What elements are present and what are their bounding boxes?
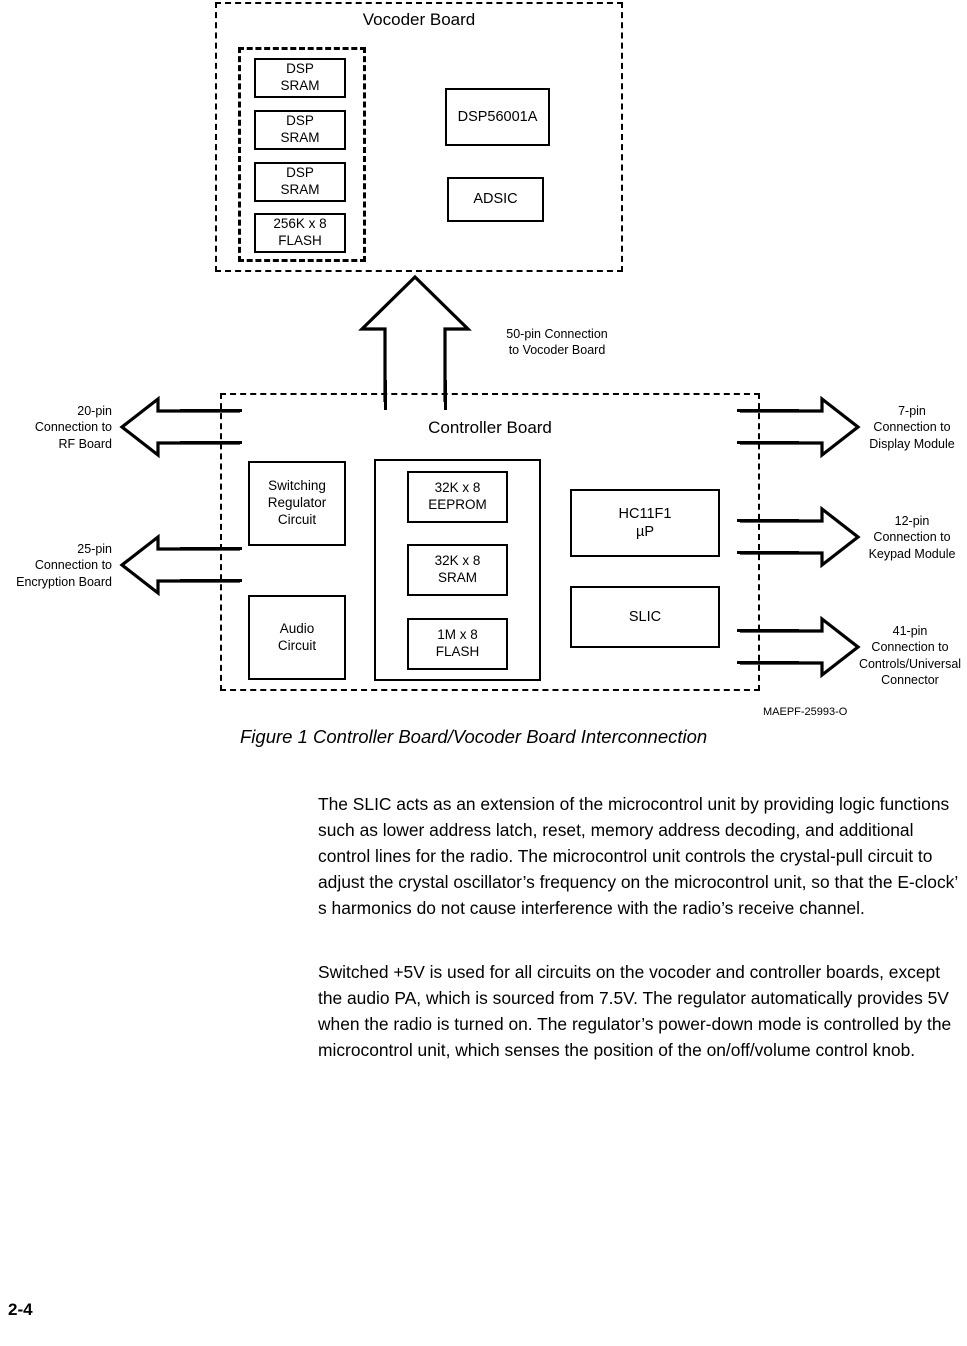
wire-50pin-left-leg xyxy=(384,380,387,410)
controller-audio-circuit: Audio Circuit xyxy=(248,595,346,680)
controller-hc11f1-label: HC11F1 µP xyxy=(618,505,672,540)
wire-7pin-top xyxy=(737,409,799,412)
vocoder-adsic: ADSIC xyxy=(447,177,544,222)
vocoder-dsp-sram-1: DSP SRAM xyxy=(254,58,346,98)
controller-eeprom-32k: 32K x 8 EEPROM xyxy=(407,471,508,523)
connector-41pin-label: 41-pin Connection to Controls/Universal … xyxy=(858,624,962,687)
controller-audio-circuit-label: Audio Circuit xyxy=(277,620,317,653)
wire-12pin-top xyxy=(737,519,799,522)
body-paragraph-2: Switched +5V is used for all circuits on… xyxy=(318,962,952,1061)
connector-7pin-label: 7-pin Connection to Display Module xyxy=(869,404,955,451)
figure-art-code: MAEPF-25993-O xyxy=(763,706,848,718)
page-number: 2-4 xyxy=(8,1300,33,1319)
vocoder-dsp-sram-3-label: DSP SRAM xyxy=(280,165,320,197)
connector-arrow-20pin xyxy=(119,395,240,459)
wire-20pin-bottom xyxy=(180,441,242,444)
controller-slic-label: SLIC xyxy=(628,608,662,625)
connector-12pin-label: 12-pin Connection to Keypad Module xyxy=(868,514,956,561)
controller-hc11f1-up: HC11F1 µP xyxy=(570,489,720,557)
vocoder-dsp-sram-3: DSP SRAM xyxy=(254,162,346,202)
vocoder-dsp-sram-2-label: DSP SRAM xyxy=(280,113,320,145)
vocoder-dsp56001a-label: DSP56001A xyxy=(457,108,538,125)
controller-switching-regulator-label: Switching Regulator Circuit xyxy=(267,478,327,527)
controller-flash-1m-label: 1M x 8 FLASH xyxy=(435,627,480,659)
connector-arrow-12pin xyxy=(740,505,861,569)
connector-arrow-7pin xyxy=(740,395,861,459)
wire-25pin-bottom xyxy=(180,579,242,582)
body-paragraph-1: The SLIC acts as an extension of the mic… xyxy=(318,794,958,919)
wire-41pin-bottom xyxy=(737,661,799,664)
vocoder-adsic-label: ADSIC xyxy=(473,191,518,208)
wire-20pin-top xyxy=(180,409,242,412)
interboard-arrow-50pin xyxy=(358,274,472,402)
vocoder-board-title: Vocoder Board xyxy=(362,10,476,29)
interboard-connector-label: 50-pin Connection to Vocoder Board xyxy=(506,327,608,358)
wire-41pin-top xyxy=(737,629,799,632)
controller-slic: SLIC xyxy=(570,586,720,648)
vocoder-dsp-sram-2: DSP SRAM xyxy=(254,110,346,150)
controller-board-title: Controller Board xyxy=(428,418,552,437)
vocoder-flash-256k-label: 256K x 8 FLASH xyxy=(273,216,327,248)
connector-20pin-label: 20-pin Connection to RF Board xyxy=(34,404,112,451)
figure-caption: Figure 1 Controller Board/Vocoder Board … xyxy=(240,726,708,747)
vocoder-dsp-sram-1-label: DSP SRAM xyxy=(280,61,320,93)
wire-25pin-top xyxy=(180,547,242,550)
controller-sram-32k-label: 32K x 8 SRAM xyxy=(434,553,481,585)
controller-flash-1m: 1M x 8 FLASH xyxy=(407,618,508,670)
vocoder-flash-256k: 256K x 8 FLASH xyxy=(254,213,346,253)
connector-25pin-label: 25-pin Connection to Encryption Board xyxy=(16,542,112,589)
wire-7pin-bottom xyxy=(737,441,799,444)
controller-sram-32k: 32K x 8 SRAM xyxy=(407,544,508,596)
connector-arrow-25pin xyxy=(119,533,240,597)
wire-12pin-bottom xyxy=(737,551,799,554)
connector-arrow-41pin xyxy=(740,615,861,679)
figure-diagram: Vocoder Board DSP SRAM DSP SRAM DSP SRAM… xyxy=(0,0,967,760)
wire-50pin-right-leg xyxy=(444,380,447,410)
controller-switching-regulator-circuit: Switching Regulator Circuit xyxy=(248,461,346,546)
controller-eeprom-32k-label: 32K x 8 EEPROM xyxy=(428,480,487,512)
vocoder-dsp56001a: DSP56001A xyxy=(445,88,550,146)
